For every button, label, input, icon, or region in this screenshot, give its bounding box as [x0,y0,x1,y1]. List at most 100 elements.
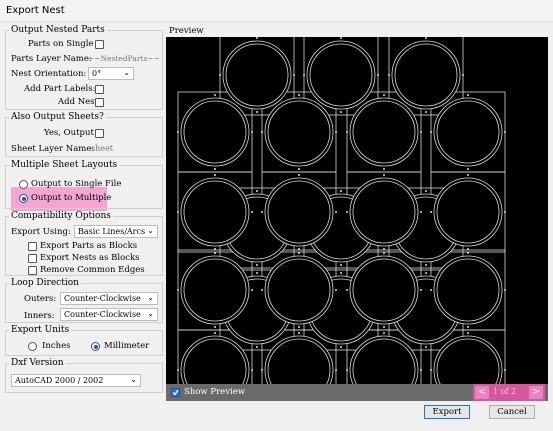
group-output-sheets: Also Output Sheets? Yes, Output Sheet La… [5,112,163,157]
export-parts-blocks-checkbox[interactable] [28,242,37,251]
group-title: Output Nested Parts [9,25,107,35]
nested-part-hole [346,211,348,213]
inches-label: Inches [42,341,71,351]
nested-part-outer-circle [180,335,250,405]
parts-on-single-checkbox[interactable] [95,40,104,49]
nested-part-hole [214,168,216,170]
add-nest-label: Add Nest [58,97,98,107]
show-preview-checkbox[interactable] [171,388,180,397]
group-multiple-sheet-layouts: Multiple Sheet Layouts Output to Single … [5,160,163,209]
nested-part-outer-circle [391,40,461,110]
add-part-labels-checkbox[interactable] [95,85,104,94]
parts-on-single-label: Parts on Single [28,39,94,49]
export-nests-blocks-checkbox[interactable] [28,254,37,263]
nested-part-hole [256,37,258,39]
page-navigator: < 1 of 2 > [473,384,545,401]
next-page-button[interactable]: > [529,386,543,399]
nest-orientation-select[interactable]: 0° ⌄ [88,67,134,80]
nested-part-hole [425,264,427,266]
group-compatibility-options: Compatibility Options Export Using: Basi… [5,211,163,276]
outers-value: Counter-Clockwise [64,294,141,303]
nested-part-hole [383,326,385,328]
output-single-label: Output to Single File [31,179,122,189]
export-button[interactable]: Export [424,405,470,419]
nested-part-hole [340,111,342,113]
nested-part-hole [298,174,300,176]
nested-part-hole [425,190,427,192]
group-title: Also Output Sheets? [9,112,106,122]
yes-output-label: Yes, Output [44,128,94,138]
output-single-radio[interactable] [19,180,28,189]
nested-part-hole [383,94,385,96]
dxf-version-value: AutoCAD 2000 / 2002 [15,376,104,385]
nested-part-hole [462,74,464,76]
nested-part-hole [467,252,469,254]
nested-part-hole [177,131,179,133]
nested-part-hole [261,289,263,291]
chevron-down-icon: ⌄ [130,375,137,384]
nested-part-hole [251,131,253,133]
nested-part-hole [335,211,337,213]
millimeter-radio[interactable] [91,342,100,351]
nested-part-outer-circle [180,97,250,167]
remove-common-edges-checkbox[interactable] [28,266,37,275]
nested-part-hole [425,37,427,39]
nested-part-hole [298,248,300,250]
nested-part-outer-circle [349,335,419,405]
nested-part-hole [420,289,422,291]
preview-canvas [166,34,548,411]
nested-part-hole [346,131,348,133]
nested-part-hole [214,332,216,334]
nested-part-hole [214,248,216,250]
nested-part-hole [388,74,390,76]
group-title: Multiple Sheet Layouts [9,160,120,170]
nested-part-hole [251,369,253,371]
nested-part-hole [298,332,300,334]
millimeter-label: Millimeter [104,341,150,351]
chevron-down-icon: ⌄ [147,226,154,235]
window-title: Export Nest [6,5,65,16]
nested-part-hole [504,211,506,213]
nested-part-outer-circle [180,177,250,247]
nested-part-outer-circle [349,97,419,167]
output-multiple-radio[interactable] [19,194,28,203]
dxf-version-select[interactable]: AutoCAD 2000 / 2002 ⌄ [11,374,141,387]
nested-part-hole [504,289,506,291]
nested-part-outer-circle [180,255,250,325]
nested-part-outer-circle [264,97,334,167]
chevron-down-icon: ⌄ [147,309,154,318]
inners-select[interactable]: Counter-Clockwise ⌄ [60,308,158,321]
nested-part-hole [177,369,179,371]
nested-part-hole [467,248,469,250]
nested-part-hole [346,289,348,291]
nested-part-hole [340,346,342,348]
nested-part-hole [420,211,422,213]
group-dxf-version: Dxf Version AutoCAD 2000 / 2002 ⌄ [5,358,163,393]
nested-part-hole [256,272,258,274]
outers-label: Outers: [24,294,57,304]
nested-part-hole [214,252,216,254]
add-part-labels-label: Add Part Labels: [24,84,96,94]
parts-layer-input[interactable]: ~~NestedParts~~ [88,54,160,63]
nested-part-hole [251,289,253,291]
add-nest-checkbox[interactable] [95,98,104,107]
nested-part-outer-circle [264,335,334,405]
nested-part-outer-circle [433,177,503,247]
show-preview-label: Show Preview [184,387,246,397]
previous-page-button[interactable]: < [475,386,489,399]
nested-part-hole [335,369,337,371]
preview-title: Preview [169,26,204,36]
nested-part-outer-circle [349,177,419,247]
group-output-nested-parts: Output Nested Parts Parts on Single Part… [5,25,163,110]
sheet-layer-input[interactable]: sheet [91,144,113,153]
output-multiple-label: Output to Multiple [31,193,112,203]
inches-radio[interactable] [28,342,37,351]
nested-part-hole [425,346,427,348]
outers-select[interactable]: Counter-Clockwise ⌄ [60,292,158,305]
nested-part-hole [430,289,432,291]
export-using-select[interactable]: Basic Lines/Arcs ⌄ [74,225,158,238]
yes-output-checkbox[interactable] [95,129,104,138]
preview-panel: Preview Show Preview < 1 of 2 > [166,23,548,411]
cancel-button[interactable]: Cancel [489,405,535,419]
nested-part-hole [298,326,300,328]
